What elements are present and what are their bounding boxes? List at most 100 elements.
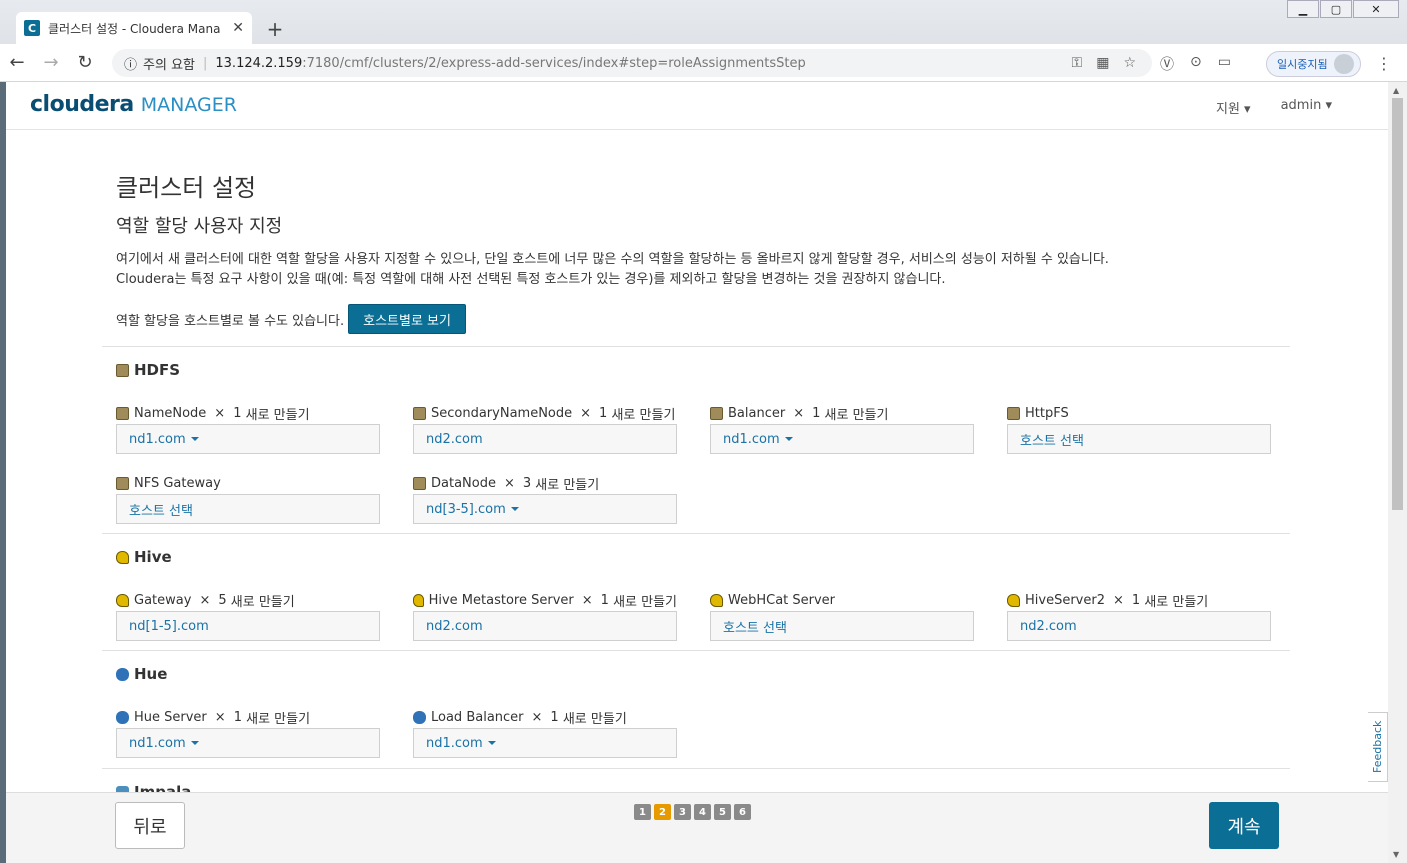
hue-icon (413, 710, 426, 724)
hdfs-icon (116, 406, 129, 420)
host-select[interactable]: nd2.com (1007, 611, 1271, 641)
role-balancer: Balancer × 1 새로 만들기 nd1.com (710, 403, 974, 454)
wizard-steps: 1 2 3 4 5 6 (634, 804, 751, 820)
page-title: 클러스터 설정 (116, 174, 257, 202)
browser-menu-icon[interactable]: ⋮ (1376, 54, 1392, 73)
chevron-down-icon (784, 437, 793, 441)
omnibox-icons: ⚿ ▦ ☆ (1072, 49, 1136, 77)
window-close-icon[interactable]: ✕ (1353, 0, 1399, 18)
window-controls: ▁ ▢ ✕ (1286, 0, 1399, 18)
host-select[interactable]: 호스트 선택 (1007, 424, 1271, 454)
tab-close-icon[interactable]: ✕ (232, 20, 244, 36)
host-select[interactable]: nd1.com (413, 728, 677, 758)
step-2[interactable]: 2 (654, 804, 671, 820)
feedback-tab[interactable]: Feedback (1368, 712, 1388, 782)
url-divider: | (203, 55, 208, 71)
extension-cast-icon[interactable]: ▭ (1218, 54, 1231, 74)
info-icon[interactable]: ⓘ (124, 54, 137, 73)
step-6[interactable]: 6 (734, 804, 751, 820)
view-by-host-line: 역할 할당을 호스트별로 볼 수도 있습니다. 호스트별로 보기 (116, 304, 466, 334)
url-path: :7180/cmf/clusters/2/express-add-service… (302, 55, 806, 71)
profile-button[interactable]: 일시중지됨 (1266, 51, 1361, 77)
url-host: 13.124.2.159 (215, 55, 303, 71)
url-field[interactable]: ⓘ 주의 요함 | 13.124.2.159 :7180/cmf/cluster… (112, 49, 1152, 77)
host-select[interactable]: nd1.com (710, 424, 974, 454)
hue-icon (116, 667, 129, 681)
profile-avatar (1333, 54, 1354, 74)
chevron-down-icon (487, 741, 496, 745)
page-description: 여기에서 새 클러스터에 대한 역할 할당을 사용자 지정할 수 있으나, 단일… (116, 252, 1109, 287)
cloudera-manager-logo[interactable]: cloudera MANAGER (30, 92, 237, 117)
hive-icon (116, 593, 129, 607)
page-scrollbar[interactable]: ▲ ▼ (1388, 82, 1407, 863)
new-tab-icon[interactable]: + (262, 16, 288, 42)
step-4[interactable]: 4 (694, 804, 711, 820)
key-icon[interactable]: ⚿ (1072, 55, 1083, 71)
hue-icon (116, 710, 129, 724)
hive-icon (710, 593, 723, 607)
role-hiveserver2: HiveServer2 × 1 새로 만들기 nd2.com (1007, 590, 1271, 641)
hdfs-icon (413, 476, 426, 490)
step-1[interactable]: 1 (634, 804, 651, 820)
translate-icon[interactable]: ▦ (1096, 55, 1109, 71)
hive-icon (1007, 593, 1020, 607)
profile-label: 일시중지됨 (1277, 58, 1328, 71)
host-select[interactable]: nd1.com (116, 424, 380, 454)
extension-code-icon[interactable]: ⊙ (1190, 54, 1202, 74)
continue-button[interactable]: 계속 (1209, 802, 1279, 849)
role-hive-gateway: Gateway × 5 새로 만들기 nd[1-5].com (116, 590, 380, 641)
tab-title: 클러스터 설정 - Cloudera Mana (48, 21, 221, 36)
host-select[interactable]: nd1.com (116, 728, 380, 758)
host-select[interactable]: nd[3-5].com (413, 494, 677, 524)
security-label[interactable]: 주의 요함 (143, 54, 195, 73)
role-hue-server: Hue Server × 1 새로 만들기 nd1.com (116, 707, 380, 758)
scroll-up-icon[interactable]: ▲ (1393, 86, 1399, 95)
service-section-hive: Hive Gateway × 5 새로 만들기 nd[1-5].com Hive M… (102, 533, 1290, 649)
hdfs-icon (116, 476, 129, 490)
maximize-icon[interactable]: ▢ (1320, 0, 1352, 18)
bookmark-star-icon[interactable]: ☆ (1123, 55, 1136, 71)
role-datanode: DataNode × 3 새로 만들기 nd[3-5].com (413, 473, 677, 524)
browser-tab[interactable]: C 클러스터 설정 - Cloudera Mana ✕ (16, 12, 252, 44)
service-section-hue: Hue Hue Server × 1 새로 만들기 nd1.com Load Bal… (102, 650, 1290, 767)
hdfs-icon (413, 406, 426, 420)
role-nfs-gateway: NFS Gateway 호스트 선택 (116, 473, 380, 524)
back-button[interactable]: 뒤로 (115, 802, 185, 849)
chevron-down-icon (510, 507, 519, 511)
user-menu[interactable]: admin ▾ (1281, 98, 1332, 117)
back-arrow-icon[interactable]: ← (0, 52, 34, 73)
extension-icons: Ⓥ ⊙ ▭ (1160, 54, 1231, 74)
host-select[interactable]: nd[1-5].com (116, 611, 380, 641)
reload-icon[interactable]: ↻ (68, 52, 102, 73)
role-hue-load-balancer: Load Balancer × 1 새로 만들기 nd1.com (413, 707, 677, 758)
scrollbar-thumb[interactable] (1392, 98, 1403, 510)
hdfs-icon (1007, 406, 1020, 420)
hive-icon (116, 550, 129, 564)
service-section-hdfs: HDFS NameNode × 1 새로 만들기 nd1.com Secondary… (102, 346, 1290, 532)
page: cloudera MANAGER 지원 ▾ admin ▾ 클러스터 설정 역할… (6, 82, 1388, 863)
hdfs-icon (710, 406, 723, 420)
host-select[interactable]: nd2.com (413, 424, 677, 454)
step-3[interactable]: 3 (674, 804, 691, 820)
chevron-down-icon (190, 741, 199, 745)
step-5[interactable]: 5 (714, 804, 731, 820)
extension-v-icon[interactable]: Ⓥ (1160, 54, 1174, 74)
role-secondarynamenode: SecondaryNameNode × 1 새로 만들기 nd2.com (413, 403, 677, 454)
scroll-down-icon[interactable]: ▼ (1393, 850, 1399, 859)
wizard-footer: 뒤로 1 2 3 4 5 6 계속 (6, 792, 1388, 863)
forward-arrow-icon[interactable]: → (34, 52, 68, 73)
cm-header: cloudera MANAGER 지원 ▾ admin ▾ (6, 82, 1388, 130)
cloudera-favicon-icon: C (24, 20, 40, 36)
role-httpfs: HttpFS 호스트 선택 (1007, 403, 1271, 454)
page-subtitle: 역할 할당 사용자 지정 (116, 216, 283, 237)
minimize-icon[interactable]: ▁ (1287, 0, 1319, 18)
role-namenode: NameNode × 1 새로 만들기 nd1.com (116, 403, 380, 454)
host-select[interactable]: nd2.com (413, 611, 677, 641)
role-hive-metastore: Hive Metastore Server × 1 새로 만들기 nd2.com (413, 590, 677, 641)
view-by-host-button[interactable]: 호스트별로 보기 (348, 304, 466, 334)
host-select[interactable]: 호스트 선택 (116, 494, 380, 524)
host-select[interactable]: 호스트 선택 (710, 611, 974, 641)
hdfs-icon (116, 363, 129, 377)
support-menu[interactable]: 지원 ▾ (1216, 98, 1251, 117)
browser-tabstrip: C 클러스터 설정 - Cloudera Mana ✕ + ▁ ▢ ✕ (0, 0, 1407, 44)
